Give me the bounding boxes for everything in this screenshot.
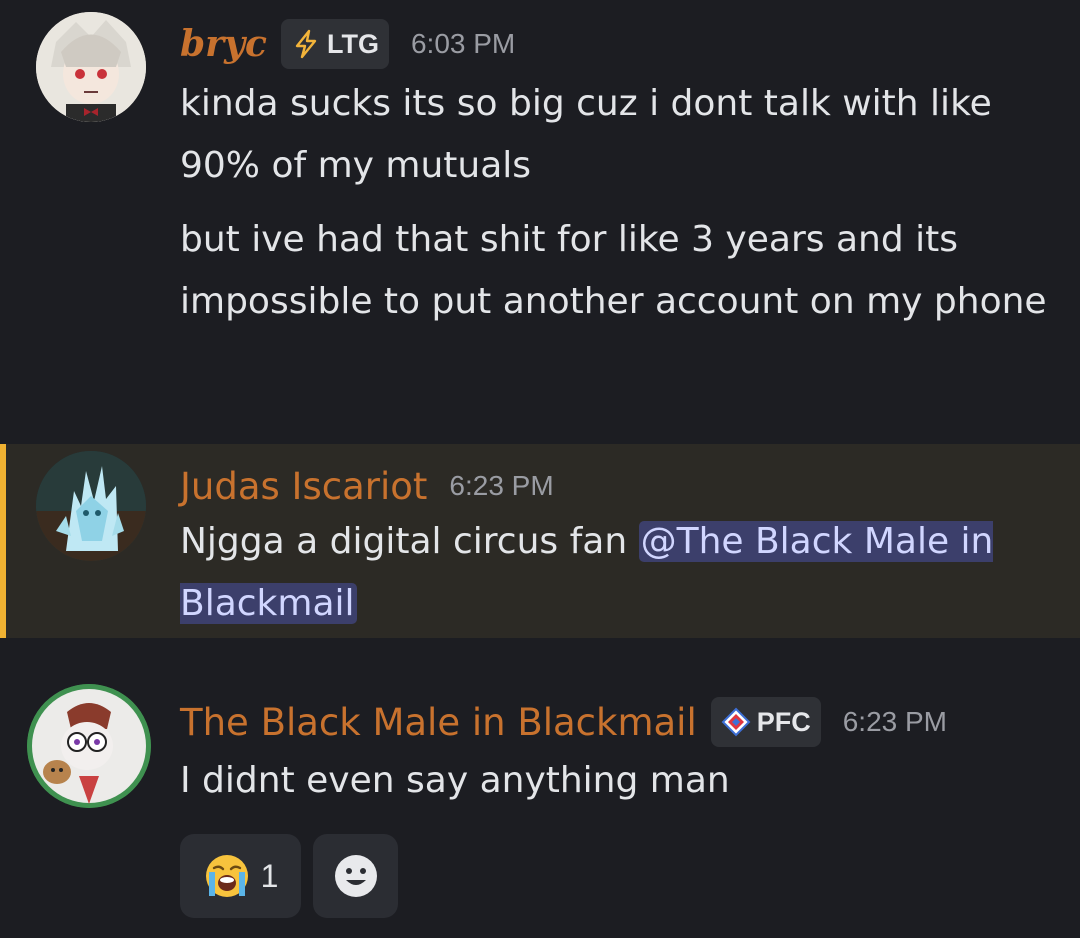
- timestamp: 6:23 PM: [842, 706, 947, 737]
- smiley-add-reaction-icon: [334, 855, 377, 897]
- message-header: bryc LTG 6:03 PM: [180, 14, 515, 74]
- message-header: Judas Iscariot 6:23 PM: [180, 456, 554, 516]
- username[interactable]: bryc: [180, 23, 267, 65]
- server-tag[interactable]: PFC: [710, 697, 821, 747]
- timestamp: 6:03 PM: [410, 28, 516, 59]
- message-line: kinda sucks its so big cuz i dont talk w…: [180, 83, 992, 186]
- avatar-judas[interactable]: [36, 451, 146, 561]
- avatar-black-male[interactable]: [27, 684, 151, 808]
- message-text: I didnt even say anything man: [180, 760, 730, 801]
- message-judas[interactable]: Judas Iscariot 6:23 PM Njgga a digital c…: [0, 444, 1080, 638]
- lightning-icon: [295, 29, 317, 59]
- message-black-male[interactable]: The Black Male in Blackmail PFC 6:23 PM …: [0, 680, 1080, 938]
- tag-label: PFC: [756, 706, 811, 737]
- message-body: Njgga a digital circus fan: [180, 521, 639, 562]
- tag-label: LTG: [326, 28, 379, 59]
- message-text: Njgga a digital circus fan @The Black Ma…: [180, 511, 1020, 635]
- chat-view: bryc LTG 6:03 PM kinda sucks its so big …: [0, 0, 1080, 938]
- add-reaction-button[interactable]: [313, 834, 398, 918]
- avatar-bryc[interactable]: [36, 12, 146, 122]
- diamond-badge-icon: [721, 707, 751, 737]
- username[interactable]: The Black Male in Blackmail: [180, 701, 697, 744]
- cartoon-avatar-icon: [27, 684, 151, 808]
- message-header: The Black Male in Blackmail PFC 6:23 PM: [180, 694, 947, 750]
- reaction-count: 1: [260, 857, 279, 894]
- ice-character-icon: [36, 451, 146, 561]
- server-tag[interactable]: LTG: [280, 19, 389, 69]
- username[interactable]: Judas Iscariot: [180, 465, 427, 508]
- message-line: but ive had that shit for like 3 years a…: [180, 219, 1047, 322]
- anime-avatar-icon: [36, 12, 146, 122]
- loudly-crying-face-icon: [205, 855, 248, 897]
- timestamp: 6:23 PM: [449, 470, 554, 501]
- reaction-crying[interactable]: 1: [180, 834, 301, 918]
- message-bryc[interactable]: bryc LTG 6:03 PM kinda sucks its so big …: [0, 0, 1080, 440]
